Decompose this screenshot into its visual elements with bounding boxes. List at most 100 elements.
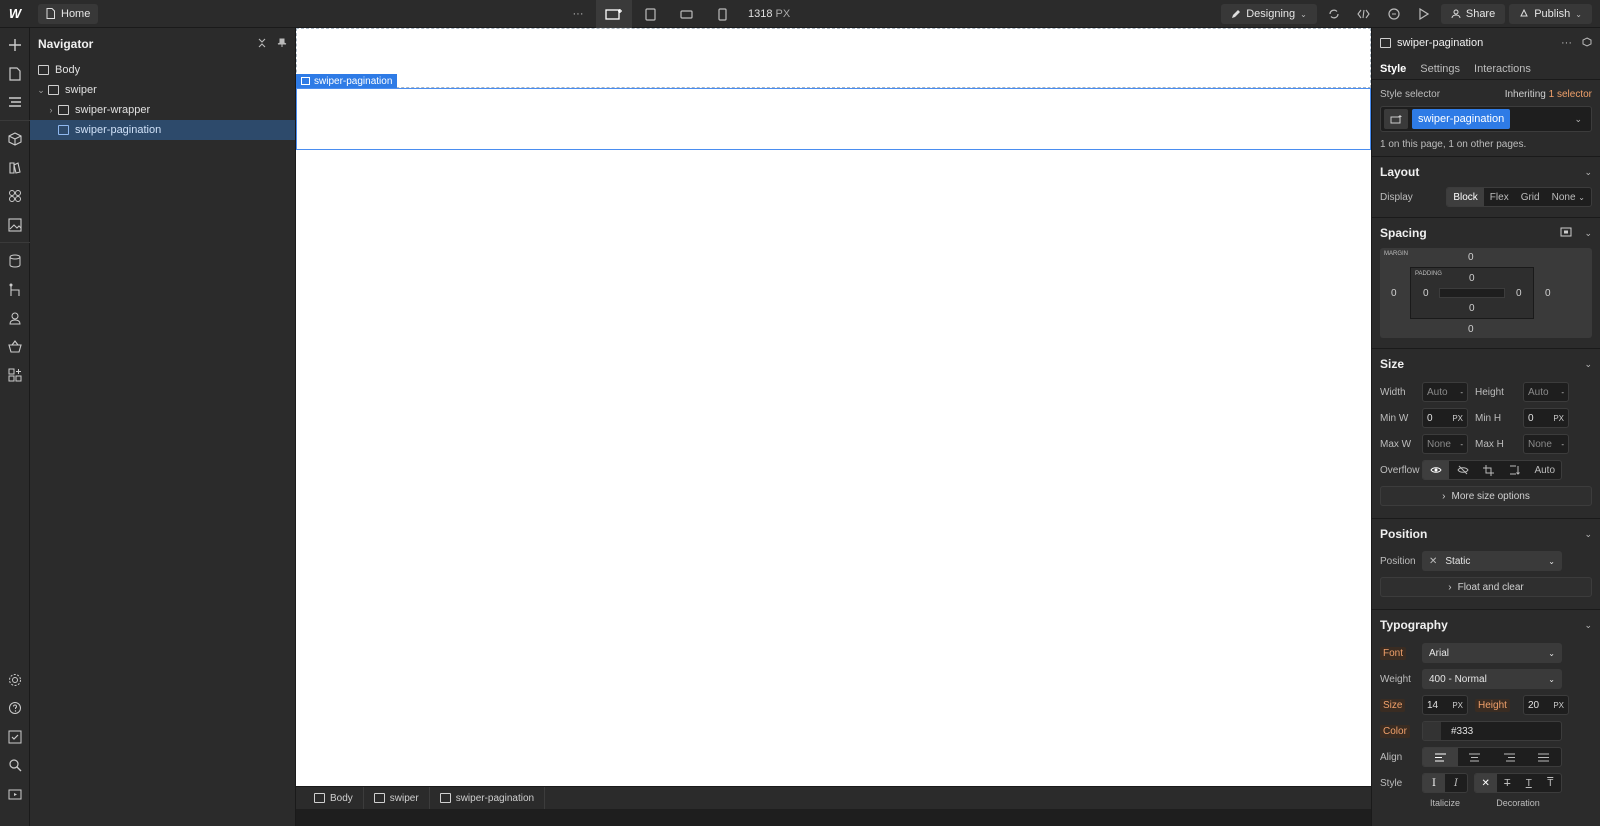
sync-icon[interactable] xyxy=(1321,0,1347,28)
padding-left[interactable]: 0 xyxy=(1423,288,1429,299)
pages-icon[interactable] xyxy=(0,60,30,88)
tree-item-swiper[interactable]: ⌄ swiper xyxy=(30,80,295,100)
selector-state-icon[interactable] xyxy=(1384,109,1408,129)
selected-element-label[interactable]: swiper-pagination xyxy=(296,74,398,88)
settings-gear-icon[interactable] xyxy=(0,666,30,694)
min-width-input[interactable]: 0 PX xyxy=(1422,408,1468,428)
more-icon[interactable]: ··· xyxy=(1561,37,1572,50)
display-none[interactable]: None ⌄ xyxy=(1546,188,1591,206)
apps-icon[interactable] xyxy=(0,361,30,389)
variables-icon[interactable] xyxy=(0,182,30,210)
chevron-down-icon[interactable]: ⌄ xyxy=(1584,529,1592,540)
align-center-icon[interactable] xyxy=(1458,748,1493,766)
display-grid[interactable]: Grid xyxy=(1515,188,1546,206)
style-selector-input[interactable]: swiper-pagination ⌄ xyxy=(1380,106,1592,132)
tab-interactions[interactable]: Interactions xyxy=(1474,63,1531,75)
margin-bottom[interactable]: 0 xyxy=(1468,324,1474,335)
more-options-button[interactable]: ··· xyxy=(560,0,596,28)
align-left-icon[interactable] xyxy=(1423,748,1458,766)
margin-right[interactable]: 0 xyxy=(1545,288,1551,299)
display-block[interactable]: Block xyxy=(1447,188,1484,206)
overflow-auto[interactable]: Auto xyxy=(1528,461,1561,479)
min-height-input[interactable]: 0 PX xyxy=(1523,408,1569,428)
navigator-icon[interactable] xyxy=(0,88,30,116)
mobile-portrait-icon[interactable] xyxy=(704,0,740,28)
crop-icon[interactable] xyxy=(1476,461,1502,479)
pin-icon[interactable] xyxy=(277,38,287,51)
add-elements-icon[interactable] xyxy=(0,31,30,59)
max-height-input[interactable]: None - xyxy=(1523,434,1569,454)
position-dropdown[interactable]: ✕ Static ⌄ xyxy=(1422,551,1562,571)
padding-right[interactable]: 0 xyxy=(1516,288,1522,299)
eye-icon[interactable] xyxy=(1423,461,1450,479)
mobile-landscape-icon[interactable] xyxy=(668,0,704,28)
chevron-down-icon[interactable]: ⌄ xyxy=(1584,228,1592,239)
float-and-clear-button[interactable]: › Float and clear xyxy=(1380,577,1592,597)
components-icon[interactable] xyxy=(0,125,30,153)
underline-icon[interactable]: T xyxy=(1518,774,1540,792)
cms-database-icon[interactable] xyxy=(0,247,30,275)
padding-bottom[interactable]: 0 xyxy=(1469,303,1475,314)
component-icon[interactable] xyxy=(1582,36,1592,50)
tree-item-body[interactable]: Body xyxy=(30,60,295,80)
display-flex[interactable]: Flex xyxy=(1484,188,1515,206)
font-dropdown[interactable]: Arial ⌄ xyxy=(1422,643,1562,663)
scroll-icon[interactable] xyxy=(1502,461,1528,479)
desktop-breakpoint-icon[interactable] xyxy=(596,0,632,28)
chevron-down-icon[interactable]: ⌄ xyxy=(1584,167,1592,178)
canvas-swiper-wrapper[interactable] xyxy=(296,28,1371,88)
max-width-input[interactable]: None - xyxy=(1422,434,1468,454)
eye-off-icon[interactable] xyxy=(1449,461,1475,479)
design-canvas[interactable]: swiper-pagination xyxy=(296,28,1371,786)
search-icon[interactable] xyxy=(0,751,30,779)
overline-icon[interactable]: T xyxy=(1540,774,1562,792)
comments-icon[interactable] xyxy=(1381,0,1407,28)
logic-flow-icon[interactable] xyxy=(0,276,30,304)
margin-top[interactable]: 0 xyxy=(1468,252,1474,263)
tree-item-swiper-wrapper[interactable]: › swiper-wrapper xyxy=(30,100,295,120)
canvas-swiper-pagination[interactable] xyxy=(296,88,1371,150)
collapse-all-icon[interactable] xyxy=(257,38,267,51)
breadcrumb-swiper-pagination[interactable]: swiper-pagination xyxy=(430,786,546,810)
assets-icon[interactable] xyxy=(0,211,30,239)
inheriting-info[interactable]: Inheriting 1 selector xyxy=(1505,89,1592,100)
spacing-preset-icon[interactable] xyxy=(1560,226,1572,240)
tablet-breakpoint-icon[interactable] xyxy=(632,0,668,28)
audit-checklist-icon[interactable] xyxy=(0,723,30,751)
breadcrumb-body[interactable]: Body xyxy=(304,786,364,810)
users-icon[interactable] xyxy=(0,304,30,332)
font-weight-dropdown[interactable]: 400 - Normal ⌄ xyxy=(1422,669,1562,689)
line-height-input[interactable]: 20 PX xyxy=(1523,695,1569,715)
mode-dropdown[interactable]: Designing ⌄ xyxy=(1221,4,1317,24)
code-icon[interactable] xyxy=(1351,0,1377,28)
roman-icon[interactable]: I xyxy=(1423,774,1445,792)
selector-chip[interactable]: swiper-pagination xyxy=(1412,109,1511,129)
width-input[interactable]: Auto - xyxy=(1422,382,1468,402)
height-input[interactable]: Auto - xyxy=(1523,382,1569,402)
home-button[interactable]: Home xyxy=(38,3,99,24)
chevron-down-icon[interactable]: ⌄ xyxy=(1574,114,1582,125)
padding-top[interactable]: 0 xyxy=(1469,273,1475,284)
align-right-icon[interactable] xyxy=(1492,748,1527,766)
webflow-logo[interactable]: W xyxy=(0,0,30,28)
strikethrough-icon[interactable]: T xyxy=(1497,774,1519,792)
tab-style[interactable]: Style xyxy=(1380,63,1406,75)
no-decoration-icon[interactable]: ✕ xyxy=(1475,774,1497,792)
margin-left[interactable]: 0 xyxy=(1391,288,1397,299)
help-icon[interactable] xyxy=(0,694,30,722)
chevron-right-icon[interactable]: › xyxy=(46,105,56,115)
more-size-options-button[interactable]: › More size options xyxy=(1380,486,1592,506)
publish-button[interactable]: Publish ⌄ xyxy=(1509,4,1592,24)
video-tutorials-icon[interactable] xyxy=(0,780,30,808)
chevron-down-icon[interactable]: ⌄ xyxy=(1584,620,1592,631)
chevron-down-icon[interactable]: ⌄ xyxy=(36,85,46,96)
align-justify-icon[interactable] xyxy=(1527,748,1562,766)
font-size-input[interactable]: 14 PX xyxy=(1422,695,1468,715)
preview-play-icon[interactable] xyxy=(1411,0,1437,28)
color-input[interactable]: #333 xyxy=(1422,721,1562,741)
share-button[interactable]: Share xyxy=(1440,4,1506,24)
tree-item-swiper-pagination[interactable]: swiper-pagination xyxy=(30,120,295,140)
ecommerce-basket-icon[interactable] xyxy=(0,333,30,361)
breadcrumb-swiper[interactable]: swiper xyxy=(364,786,430,810)
style-guide-icon[interactable] xyxy=(0,154,30,182)
